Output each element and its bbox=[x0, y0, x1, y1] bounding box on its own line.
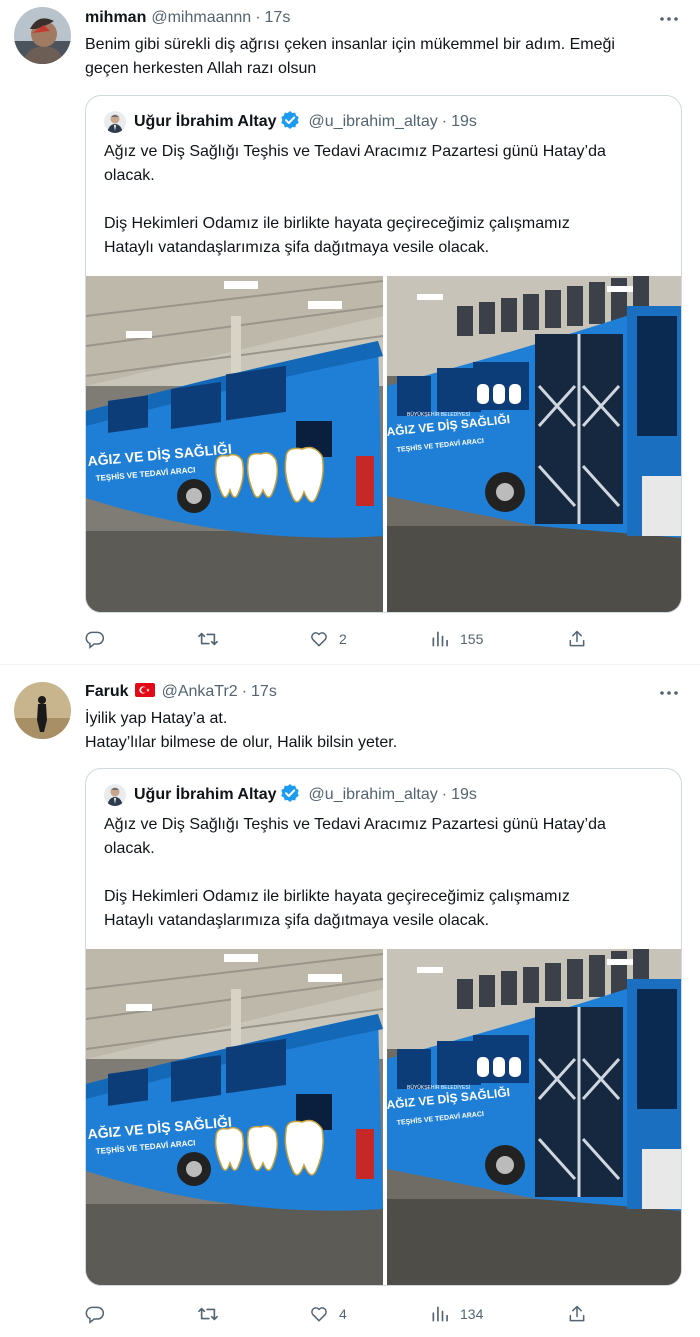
quoted-author-handle: @u_ibrahim_altay bbox=[308, 786, 438, 803]
retweet-icon bbox=[198, 1307, 218, 1321]
more-icon[interactable] bbox=[658, 8, 680, 30]
separator: · bbox=[441, 113, 448, 130]
author-name[interactable]: Faruk bbox=[85, 683, 129, 701]
tweet-text: İyilik yap Hatay’a at. Hatay’lılar bilme… bbox=[85, 710, 398, 751]
photo-bus-front[interactable]: AĞIZ VE DİŞ SAĞLIĞI TEŞHİS VE TEDAVİ ARA… bbox=[386, 276, 681, 612]
share-icon bbox=[569, 630, 585, 647]
turkey-flag-icon bbox=[134, 682, 155, 702]
divider bbox=[0, 664, 700, 665]
tweet[interactable]: mihman @mihmaannn · 17s Benim gibi sürek… bbox=[0, 0, 700, 664]
timestamp[interactable]: 17s bbox=[251, 683, 277, 701]
views-count: 134 bbox=[460, 1306, 484, 1322]
reply-icon bbox=[85, 1306, 105, 1324]
avatar[interactable] bbox=[14, 682, 71, 739]
quoted-avatar bbox=[104, 111, 126, 133]
verified-badge-icon bbox=[280, 783, 300, 808]
like-button[interactable]: 2 bbox=[309, 627, 347, 651]
tweet-header: Faruk @AnkaTr2 · 17s bbox=[85, 681, 277, 703]
reply-icon bbox=[85, 631, 105, 649]
quoted-tweet[interactable]: Uğur İbrahim Altay @u_ibrahim_altay · 19… bbox=[85, 768, 682, 1286]
views-button[interactable]: 134 bbox=[430, 1302, 483, 1326]
author-handle[interactable]: @mihmaannn bbox=[151, 9, 251, 27]
reply-button[interactable] bbox=[85, 627, 115, 651]
share-icon bbox=[569, 1305, 585, 1322]
author-handle[interactable]: @AnkaTr2 bbox=[162, 683, 238, 701]
retweet-icon bbox=[198, 632, 218, 646]
share-button[interactable] bbox=[567, 1302, 587, 1326]
separator: · bbox=[255, 9, 261, 26]
reply-button[interactable] bbox=[85, 1302, 115, 1326]
author-name[interactable]: mihman bbox=[85, 9, 146, 27]
tweet-text: Benim gibi sürekli diş ağrısı çeken insa… bbox=[85, 36, 615, 77]
tweet-actions: 4 134 bbox=[85, 1302, 595, 1326]
quoted-author-name: Uğur İbrahim Altay bbox=[134, 786, 277, 803]
retweet-button[interactable] bbox=[197, 1302, 229, 1326]
tweet-actions: 2 155 bbox=[85, 627, 595, 651]
retweet-button[interactable] bbox=[197, 627, 229, 651]
quoted-tweet-header: Uğur İbrahim Altay @u_ibrahim_altay · 19… bbox=[104, 783, 477, 807]
photo-bus-front[interactable]: AĞIZ VE DİŞ SAĞLIĞI TEŞHİS VE TEDAVİ ARA… bbox=[386, 949, 681, 1285]
quoted-avatar bbox=[104, 784, 126, 806]
quoted-timestamp: 19s bbox=[451, 113, 477, 130]
quoted-tweet[interactable]: Uğur İbrahim Altay @u_ibrahim_altay · 19… bbox=[85, 95, 682, 613]
photo-grid: AĞIZ VE DİŞ SAĞLIĞI TEŞHİS VE TEDAVİ ARA… bbox=[86, 276, 681, 612]
views-count: 155 bbox=[460, 631, 484, 647]
quoted-author-handle: @u_ibrahim_altay bbox=[308, 113, 438, 130]
avatar[interactable] bbox=[14, 7, 71, 64]
photo-bus-side[interactable]: AĞIZ VE DİŞ SAĞLIĞI TEŞHİS VE TEDAVİ ARA… bbox=[86, 949, 383, 1285]
separator: · bbox=[241, 683, 248, 700]
quoted-tweet-header: Uğur İbrahim Altay @u_ibrahim_altay · 19… bbox=[104, 110, 477, 134]
views-button[interactable]: 155 bbox=[430, 627, 483, 651]
share-button[interactable] bbox=[567, 627, 587, 651]
like-icon bbox=[311, 1307, 327, 1322]
like-count: 2 bbox=[339, 631, 347, 647]
tweet-header: mihman @mihmaannn · 17s bbox=[85, 7, 290, 29]
timestamp[interactable]: 17s bbox=[265, 9, 291, 27]
like-icon bbox=[311, 632, 327, 647]
verified-badge-icon bbox=[280, 110, 300, 135]
quoted-timestamp: 19s bbox=[451, 786, 477, 803]
photo-bus-side[interactable]: AĞIZ VE DİŞ SAĞLIĞI TEŞHİS VE TEDAVİ ARA… bbox=[86, 276, 383, 612]
quoted-tweet-text: Ağız ve Diş Sağlığı Teşhis ve Tedavi Ara… bbox=[104, 143, 606, 256]
bus-lettering-municipality: BÜYÜKŞEHİR BELEDİYESİ bbox=[407, 411, 470, 418]
photo-grid: AĞIZ VE DİŞ SAĞLIĞI TEŞHİS VE TEDAVİ ARA… bbox=[86, 949, 681, 1285]
quoted-author-name: Uğur İbrahim Altay bbox=[134, 113, 277, 130]
like-button[interactable]: 4 bbox=[309, 1302, 347, 1326]
bus-lettering-municipality: BÜYÜKŞEHİR BELEDİYESİ bbox=[407, 1084, 470, 1091]
separator: · bbox=[441, 786, 448, 803]
views-icon bbox=[432, 631, 448, 647]
tweet[interactable]: Faruk @AnkaTr2 · 17s İyilik yap Hatay’a … bbox=[0, 672, 700, 1337]
quoted-tweet-text: Ağız ve Diş Sağlığı Teşhis ve Tedavi Ara… bbox=[104, 816, 606, 929]
views-icon bbox=[432, 1306, 448, 1322]
like-count: 4 bbox=[339, 1306, 347, 1322]
more-icon[interactable] bbox=[658, 682, 680, 704]
